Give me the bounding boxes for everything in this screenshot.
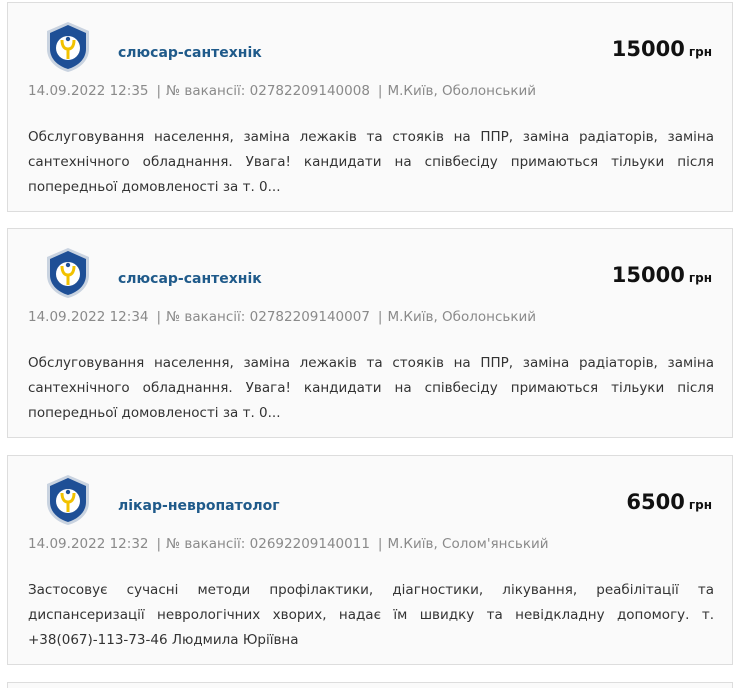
employment-center-shield-icon bbox=[47, 22, 89, 72]
salary-amount: 6500 bbox=[626, 490, 685, 514]
vacancy-description: Обслуговування населення, заміна лежаків… bbox=[28, 355, 714, 421]
meta-separator: | bbox=[377, 83, 383, 99]
salary-currency: грн bbox=[688, 498, 712, 512]
salary: 15000 грн bbox=[612, 37, 712, 61]
vacancy-card[interactable]: слюсар-сантехнік 15000 грн 14.09.2022 12:… bbox=[7, 2, 733, 212]
vacancy-number-label: № вакансії: bbox=[166, 536, 246, 552]
meta-separator: | bbox=[156, 83, 162, 99]
vacancy-title-link[interactable]: лікар-невропатолог bbox=[118, 498, 280, 514]
vacancy-meta: 14.09.2022 12:32 | № вакансії: 02692209140… bbox=[28, 536, 549, 552]
vacancy-date: 14.09.2022 12:35 bbox=[28, 83, 149, 99]
vacancy-card[interactable]: слюсар-сантехнік 15000 грн 14.09.2022 12:… bbox=[7, 228, 733, 438]
salary-currency: грн bbox=[688, 271, 712, 285]
employment-center-shield-icon bbox=[47, 475, 89, 525]
vacancy-description: Застосовує сучасні методи профілактики, … bbox=[28, 582, 714, 648]
vacancy-title-link[interactable]: слюсар-сантехнік bbox=[118, 271, 262, 287]
meta-separator: | bbox=[156, 536, 162, 552]
salary-currency: грн bbox=[688, 45, 712, 59]
vacancy-card[interactable]: лікар-невропатолог 6500 грн 14.09.2022 12… bbox=[7, 455, 733, 665]
vacancy-number: 02692209140011 bbox=[249, 536, 370, 552]
vacancy-title-link[interactable]: слюсар-сантехнік bbox=[118, 45, 262, 61]
salary: 15000 грн bbox=[612, 263, 712, 287]
vacancy-date: 14.09.2022 12:34 bbox=[28, 309, 149, 325]
vacancy-number-label: № вакансії: bbox=[166, 83, 246, 99]
vacancy-number: 02782209140008 bbox=[249, 83, 370, 99]
vacancy-number-label: № вакансії: bbox=[166, 309, 246, 325]
vacancy-meta: 14.09.2022 12:34 | № вакансії: 02782209140… bbox=[28, 309, 536, 325]
vacancy-card[interactable] bbox=[7, 682, 733, 688]
vacancy-location: М.Київ, Солом'янський bbox=[387, 536, 549, 552]
vacancy-location: М.Київ, Оболонський bbox=[387, 83, 537, 99]
meta-separator: | bbox=[377, 309, 383, 325]
vacancy-list: слюсар-сантехнік 15000 грн 14.09.2022 12:… bbox=[0, 0, 745, 688]
employment-center-shield-icon bbox=[47, 248, 89, 298]
vacancy-description: Обслуговування населення, заміна лежаків… bbox=[28, 129, 714, 195]
meta-separator: | bbox=[377, 536, 383, 552]
salary-amount: 15000 bbox=[611, 263, 685, 287]
salary-amount: 15000 bbox=[611, 37, 685, 61]
meta-separator: | bbox=[156, 309, 162, 325]
vacancy-number: 02782209140007 bbox=[249, 309, 370, 325]
vacancy-date: 14.09.2022 12:32 bbox=[28, 536, 149, 552]
vacancy-location: М.Київ, Оболонський bbox=[387, 309, 537, 325]
salary: 6500 грн bbox=[626, 490, 712, 514]
vacancy-meta: 14.09.2022 12:35 | № вакансії: 02782209140… bbox=[28, 83, 536, 99]
